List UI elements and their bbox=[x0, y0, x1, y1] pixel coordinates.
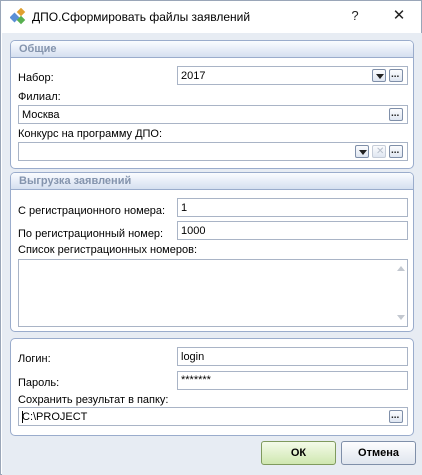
to-number-input[interactable]: 1000 bbox=[177, 221, 408, 240]
contest-clear-button[interactable]: ✕ bbox=[372, 145, 386, 158]
to-number-label: По регистрационный номер: bbox=[18, 228, 164, 240]
folder-value: C:\PROJECT bbox=[22, 411, 88, 423]
folder-label: Сохранить результат в папку: bbox=[18, 394, 169, 406]
branch-label: Филиал: bbox=[18, 91, 61, 103]
login-value: login bbox=[181, 351, 205, 363]
title-bar: ДПО.Сформировать файлы заявлений ? ✕ bbox=[1, 1, 421, 33]
branch-value: Москва bbox=[22, 109, 60, 121]
credentials-group: Логин: login Пароль: ******* Сохранить р… bbox=[10, 338, 414, 436]
folder-input[interactable]: C:\PROJECT ... bbox=[18, 407, 408, 426]
from-number-value: 1 bbox=[181, 202, 188, 214]
to-number-value: 1000 bbox=[181, 225, 206, 237]
upload-group-title: Выгрузка заявлений bbox=[19, 175, 132, 187]
chevron-down-icon bbox=[359, 150, 367, 155]
contest-label: Конкурс на программу ДПО: bbox=[18, 128, 163, 140]
set-combobox[interactable]: 2017 ... bbox=[177, 66, 408, 85]
password-input[interactable]: ******* bbox=[177, 371, 408, 390]
dialog-window: ДПО.Сформировать файлы заявлений ? ✕ Общ… bbox=[0, 0, 422, 475]
window-title: ДПО.Сформировать файлы заявлений bbox=[32, 10, 251, 24]
scroll-down-icon[interactable] bbox=[397, 315, 405, 320]
contest-ellipsis-button[interactable]: ... bbox=[389, 145, 403, 158]
close-button[interactable]: ✕ bbox=[386, 5, 412, 27]
ellipsis-icon: ... bbox=[391, 69, 400, 80]
ellipsis-icon: ... bbox=[391, 145, 400, 156]
set-dropdown-button[interactable] bbox=[372, 69, 386, 82]
contest-combobox[interactable]: ✕ ... bbox=[18, 142, 408, 161]
numbers-list-textarea[interactable] bbox=[18, 259, 408, 327]
folder-browse-button[interactable]: ... bbox=[389, 410, 403, 423]
login-input[interactable]: login bbox=[177, 347, 408, 366]
dialog-body: Общие Набор: 2017 ... Филиал: Москва ...… bbox=[2, 33, 422, 475]
ok-button[interactable]: ОК bbox=[261, 441, 336, 465]
chevron-down-icon bbox=[376, 74, 384, 79]
set-ellipsis-button[interactable]: ... bbox=[389, 69, 403, 82]
general-group: Общие Набор: 2017 ... Филиал: Москва ...… bbox=[10, 40, 414, 169]
from-number-label: С регистрационного номера: bbox=[18, 205, 166, 217]
general-group-header: Общие bbox=[11, 41, 413, 58]
branch-ellipsis-button[interactable]: ... bbox=[389, 108, 403, 121]
from-number-input[interactable]: 1 bbox=[177, 198, 408, 217]
help-button[interactable]: ? bbox=[344, 5, 366, 27]
cancel-button[interactable]: Отмена bbox=[341, 441, 416, 465]
ellipsis-icon: ... bbox=[391, 108, 400, 119]
general-group-title: Общие bbox=[19, 43, 57, 55]
set-label: Набор: bbox=[18, 72, 54, 84]
login-label: Логин: bbox=[18, 353, 51, 365]
scroll-up-icon[interactable] bbox=[397, 266, 405, 271]
clear-icon: ✕ bbox=[376, 146, 385, 157]
numbers-list-scrollbar[interactable] bbox=[394, 260, 407, 326]
set-value: 2017 bbox=[181, 70, 206, 82]
branch-field[interactable]: Москва ... bbox=[18, 105, 408, 124]
numbers-list-label: Список регистрационных номеров: bbox=[18, 244, 198, 256]
password-value: ******* bbox=[181, 374, 211, 386]
ellipsis-icon: ... bbox=[391, 410, 400, 421]
password-label: Пароль: bbox=[18, 377, 60, 389]
contest-dropdown-button[interactable] bbox=[355, 145, 369, 158]
upload-group-header: Выгрузка заявлений bbox=[11, 173, 413, 190]
text-cursor bbox=[22, 411, 23, 423]
app-icon bbox=[10, 8, 26, 25]
upload-group: Выгрузка заявлений С регистрационного но… bbox=[10, 172, 414, 332]
